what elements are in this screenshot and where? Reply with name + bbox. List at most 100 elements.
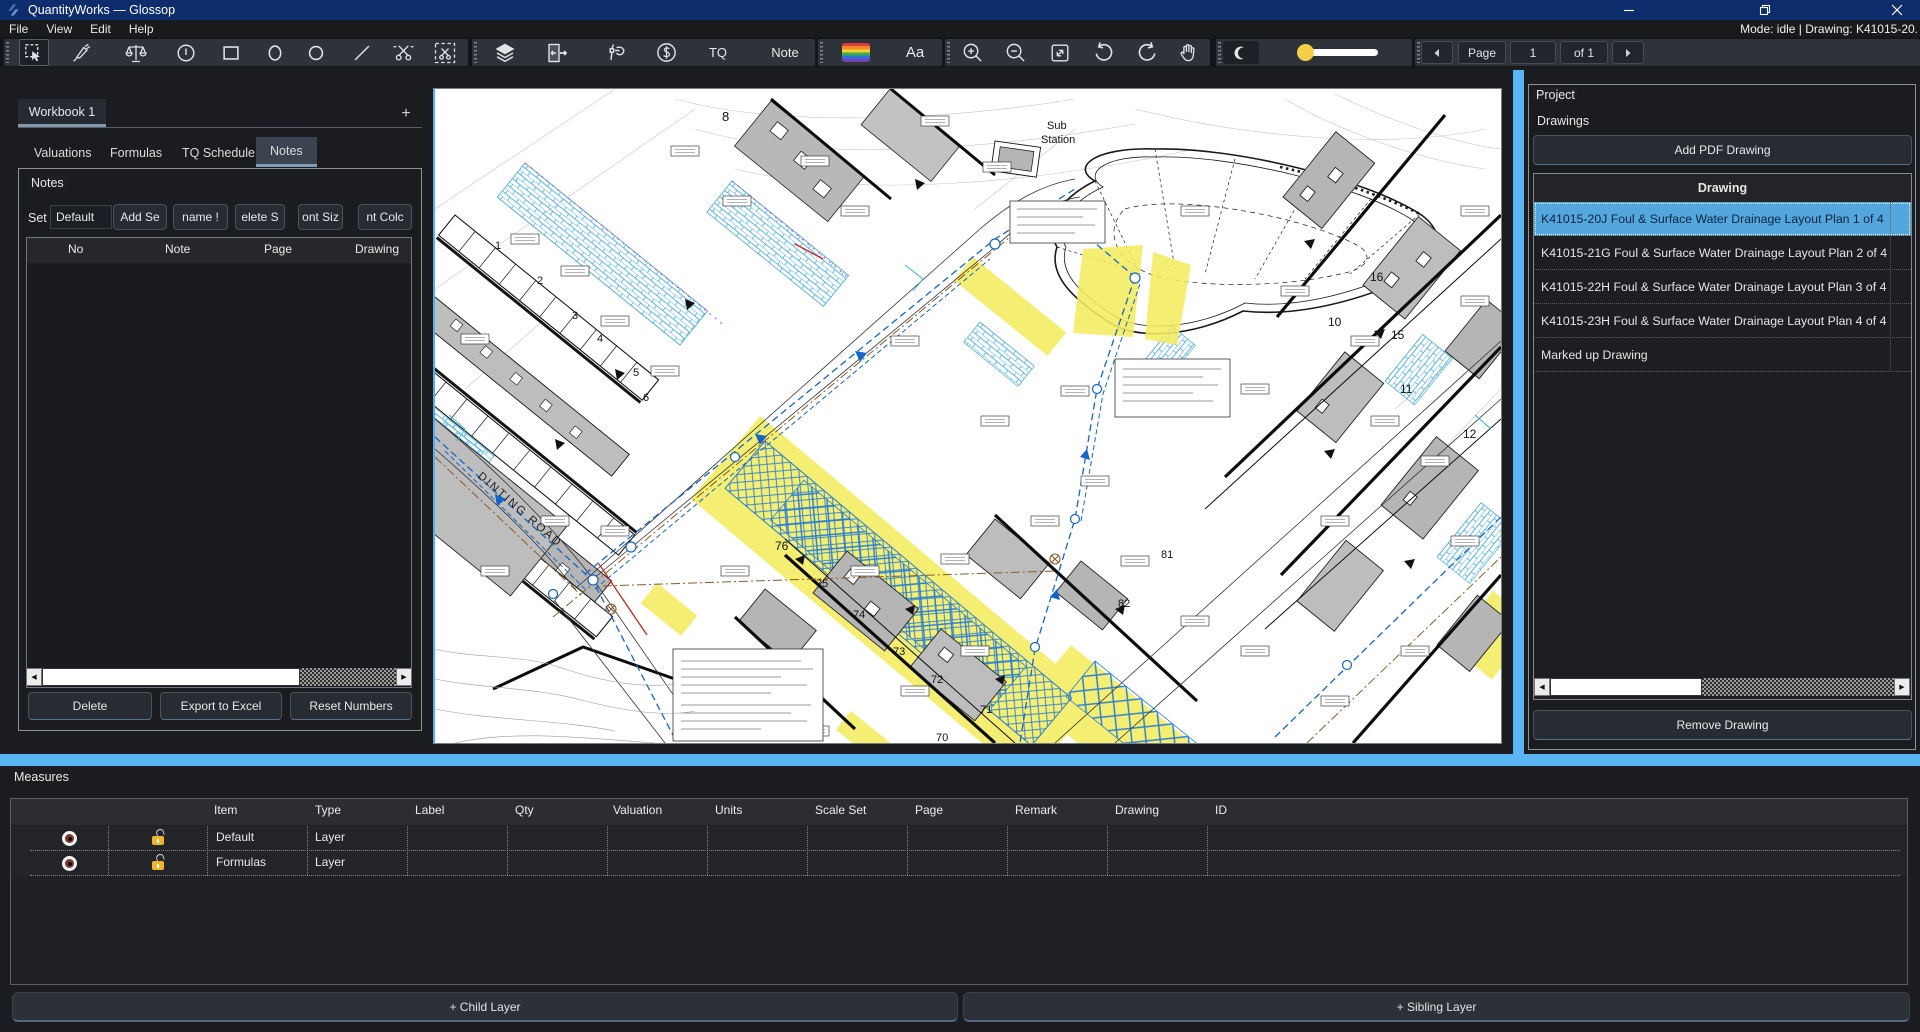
plot-number: 76	[775, 539, 789, 553]
plot-number: 8	[722, 109, 729, 124]
crop-cut-tool-icon[interactable]	[431, 39, 459, 66]
measure-row-formulas[interactable]	[11, 851, 1907, 876]
add-sibling-layer-button[interactable]: + Sibling Layer	[963, 992, 1910, 1022]
lock-icon[interactable]	[152, 855, 165, 870]
drawing-canvas[interactable]: Sub Station DINTING ROAD 1 2 3 4 5 6 8 1…	[433, 88, 1502, 744]
add-set-button[interactable]: Add Se	[113, 204, 167, 230]
gauge-tool-icon[interactable]	[173, 39, 199, 66]
tab-valuations[interactable]: Valuations	[34, 142, 91, 164]
page-prev-button[interactable]	[1421, 41, 1453, 64]
visibility-eye-icon[interactable]	[62, 856, 77, 871]
horizontal-splitter[interactable]	[0, 754, 1920, 766]
drawing-row-1[interactable]: K41015-20J Foul & Surface Water Drainage…	[1534, 202, 1911, 236]
font-size-button[interactable]: ont Siz	[298, 204, 343, 230]
notes-table-header	[27, 238, 411, 263]
col-qty: Qty	[515, 803, 534, 817]
add-workbook-button[interactable]: +	[396, 104, 416, 124]
font-color-button[interactable]: nt Colc	[358, 204, 412, 230]
vertical-splitter[interactable]	[1513, 70, 1524, 754]
remove-drawing-button[interactable]: Remove Drawing	[1533, 710, 1912, 740]
tab-formulas[interactable]: Formulas	[110, 142, 162, 164]
cut-tool-icon[interactable]	[390, 39, 416, 66]
plot-number: 71	[980, 704, 992, 716]
plot-number: 10	[1328, 315, 1342, 329]
workbook-tab[interactable]: Workbook 1	[18, 99, 106, 127]
drawing-row-3[interactable]: K41015-22H Foul & Surface Water Drainage…	[1534, 270, 1911, 304]
hook-snap-icon[interactable]	[603, 39, 629, 66]
delete-set-button[interactable]: elete S	[235, 204, 285, 230]
fit-view-icon[interactable]	[1047, 39, 1073, 66]
set-label: Set	[28, 211, 47, 225]
visibility-eye-icon[interactable]	[62, 831, 77, 846]
plot-number: 6	[643, 392, 649, 404]
restore-button[interactable]	[1742, 0, 1788, 20]
measure-row-default[interactable]	[11, 826, 1907, 851]
app-icon	[4, 2, 22, 18]
page-next-button[interactable]	[1612, 41, 1644, 64]
font-style-button[interactable]: Aa	[895, 39, 935, 66]
drawings-hscrollbar[interactable]: ◀▶	[1534, 678, 1910, 696]
add-child-layer-button[interactable]: + Child Layer	[12, 992, 958, 1022]
scale-tool-icon[interactable]	[123, 39, 149, 66]
col-type: Type	[315, 803, 341, 817]
add-pdf-drawing-button[interactable]: Add PDF Drawing	[1533, 135, 1912, 165]
menu-file[interactable]: File	[0, 22, 37, 36]
notes-hscrollbar[interactable]: ◀▶	[26, 668, 412, 686]
opacity-slider-knob[interactable]	[1297, 44, 1314, 61]
rename-set-button[interactable]: name !	[173, 204, 228, 230]
delete-note-button[interactable]: Delete	[28, 692, 152, 720]
export-excel-button[interactable]: Export to Excel	[160, 692, 282, 720]
col-valuation: Valuation	[613, 803, 662, 817]
notes-table[interactable]	[26, 237, 412, 688]
redo-icon[interactable]	[1134, 39, 1160, 66]
page-number-input[interactable]: 1	[1510, 41, 1556, 64]
measure-tool-icon[interactable]	[68, 39, 94, 66]
project-group-title: Project	[1533, 88, 1578, 102]
select-tool-button[interactable]	[19, 39, 49, 66]
col-scale-set: Scale Set	[815, 803, 866, 817]
menu-help[interactable]: Help	[120, 22, 163, 36]
cell-type: Layer	[315, 830, 345, 844]
tab-tq-schedule[interactable]: TQ Schedule	[182, 142, 255, 164]
drawing-row-4[interactable]: K41015-23H Foul & Surface Water Drainage…	[1534, 304, 1911, 338]
zoom-out-icon[interactable]	[1002, 39, 1028, 66]
layers-icon[interactable]	[492, 39, 518, 66]
door-navigate-icon[interactable]	[544, 39, 570, 66]
pan-hand-icon[interactable]	[1175, 39, 1201, 66]
menu-edit[interactable]: Edit	[81, 22, 120, 36]
valuation-dollar-icon[interactable]	[653, 39, 679, 66]
drawing-row-2[interactable]: K41015-21G Foul & Surface Water Drainage…	[1534, 236, 1911, 270]
plot-number: 73	[893, 646, 905, 658]
set-combobox[interactable]: Default	[50, 205, 112, 229]
notes-group-title: Notes	[28, 176, 67, 190]
minimize-button[interactable]	[1606, 0, 1652, 20]
col-id: ID	[1215, 803, 1227, 817]
tab-notes[interactable]: Notes	[256, 137, 317, 167]
col-label: Label	[415, 803, 444, 817]
notes-col-no: No	[68, 242, 83, 256]
page-of-label: of 1	[1560, 41, 1608, 64]
close-button[interactable]	[1874, 0, 1920, 20]
line-tool-icon[interactable]	[349, 39, 375, 66]
dark-mode-toggle[interactable]	[1223, 41, 1259, 64]
zoom-in-icon[interactable]	[959, 39, 985, 66]
reset-numbers-button[interactable]: Reset Numbers	[290, 692, 412, 720]
plot-number: 72	[931, 674, 943, 686]
rectangle-tool-icon[interactable]	[218, 39, 244, 66]
undo-icon[interactable]	[1090, 39, 1116, 66]
circle-tool-icon[interactable]	[303, 39, 329, 66]
drawing-row-5[interactable]: Marked up Drawing	[1534, 338, 1911, 372]
plot-number: 3	[572, 310, 578, 322]
mode-status: Mode: idle | Drawing: K41015-20.	[1740, 22, 1918, 36]
plot-number: 74	[853, 609, 865, 621]
tab-strip-line	[18, 127, 422, 128]
tq-tool-button[interactable]: TQ	[700, 39, 736, 66]
lock-icon[interactable]	[152, 830, 165, 845]
plot-number: 15	[1391, 328, 1405, 342]
window-title: QuantityWorks — Glossop	[28, 3, 175, 17]
col-units: Units	[715, 803, 742, 817]
color-rainbow-icon[interactable]	[840, 39, 872, 66]
menu-view[interactable]: View	[37, 22, 81, 36]
note-tool-button[interactable]: Note	[763, 39, 807, 66]
ellipse-tool-icon[interactable]	[262, 39, 288, 66]
